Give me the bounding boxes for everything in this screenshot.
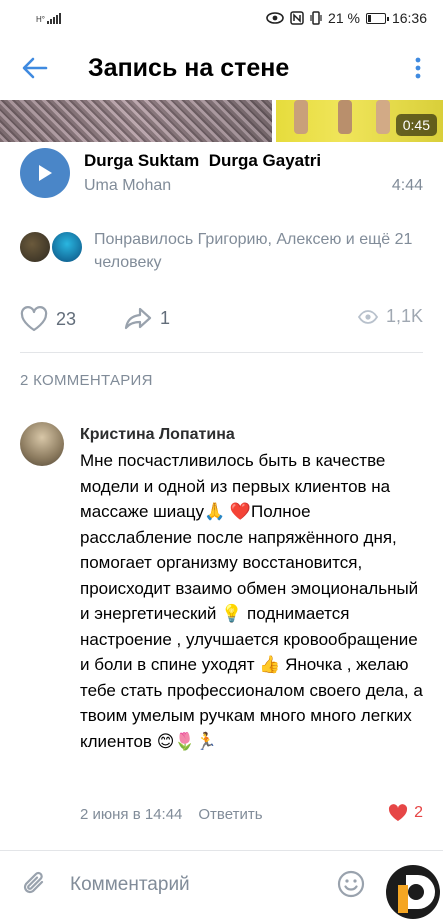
shares-count: 1 [160,307,171,328]
divider [20,352,423,353]
audio-duration: 4:44 [391,177,423,194]
comment-date: 2 июня в 14:44 [80,806,183,823]
avatar [50,230,84,264]
status-bar: Н° 21 % 16:36 [0,0,443,36]
comment-input[interactable] [70,871,330,899]
like-button[interactable]: 23 [20,306,76,332]
likes-count: 23 [56,308,77,329]
comments-count-header: 2 КОММЕНТАРИЯ [20,372,153,389]
avatar[interactable] [20,422,64,466]
battery-percent: 21 % [328,10,360,26]
likes-summary[interactable]: Понравилось Григорию, Алексею и ещё 21 ч… [0,228,443,272]
page-title: Запись на стене [88,53,290,82]
share-icon [124,307,152,330]
post-actions: 23 1 1,1K [0,300,443,340]
vibrate-icon [310,11,322,25]
paperclip-icon [23,871,44,894]
more-vertical-icon [415,57,421,79]
video-attachment[interactable]: 0:45 [276,100,443,142]
clock: 16:36 [391,10,427,26]
comment-like-button[interactable]: 2 [388,804,423,822]
comment-text: Мне посчастливилось быть в качестве моде… [80,451,423,751]
audio-attachment[interactable]: Durga Suktam Durga Gayatri Uma Mohan 4:4… [0,148,443,200]
floating-app-button[interactable] [386,865,440,919]
share-button[interactable]: 1 [124,306,170,330]
emoji-button[interactable] [336,869,366,899]
eye-icon [357,309,378,324]
smile-icon [337,870,365,898]
views-indicator: 1,1K [357,306,423,327]
reply-button[interactable]: Ответить [198,806,262,823]
signal-bars-icon [46,12,61,24]
heart-outline-icon [20,306,48,332]
network-type-label: Н° [36,15,45,24]
audio-title: Durga Suktam Durga Gayatri [84,151,322,170]
views-count: 1,1K [385,306,423,326]
play-icon [39,165,52,181]
heart-filled-icon [389,804,408,821]
nfc-icon [290,11,304,25]
comment-author[interactable]: Кристина Лопатина [80,426,235,444]
app-logo-icon [398,875,435,913]
app-header: Запись на стене [0,36,443,100]
media-attachments: 0:45 [0,100,443,142]
back-button[interactable] [0,36,70,100]
comment-composer [0,850,443,920]
comment-likes-count: 2 [414,804,423,821]
audio-artist: Uma Mohan [84,177,172,194]
play-button[interactable] [20,148,70,198]
signal-indicator: Н° [36,12,61,24]
eye-comfort-icon [266,12,284,24]
arrow-left-icon [22,57,48,79]
more-menu-button[interactable] [393,36,443,100]
battery-icon [365,12,389,24]
photo-attachment[interactable] [0,100,272,142]
video-duration-badge: 0:45 [395,114,437,136]
avatar [18,230,52,264]
likes-text: Понравилось Григорию, Алексею и ещё 21 ч… [94,231,413,271]
attach-button[interactable] [20,869,50,899]
